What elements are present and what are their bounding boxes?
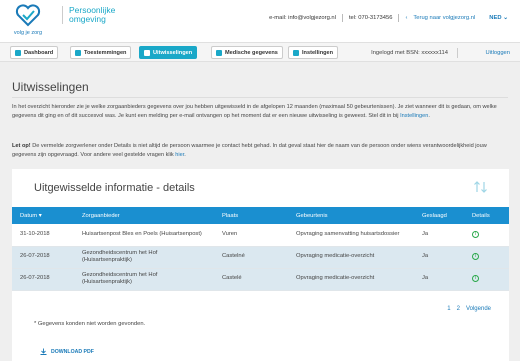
main-nav: Dashboard Toestemmingen Uitwisselingen M… (0, 42, 520, 62)
tab-uitwisselingen[interactable]: Uitwisselingen (139, 46, 198, 59)
next-page-link[interactable]: Volgende (466, 306, 491, 312)
notice-label: Let op! (12, 143, 31, 149)
exchanges-card: Uitgewisselde informatie - details Datum… (12, 169, 509, 361)
intro-text: In het overzicht hieronder zie je welke … (12, 103, 508, 120)
pagination: 1 2 Volgende (447, 306, 491, 312)
permissions-icon (75, 49, 81, 56)
info-icon[interactable]: i (472, 275, 479, 283)
notice-end: . (184, 151, 186, 158)
sort-down-icon: ▾ (38, 212, 42, 219)
divider (457, 48, 458, 58)
cell-success: Ja (414, 246, 464, 269)
footnote: * Gegevens konden niet worden gevonden. (34, 321, 146, 327)
table-header-row: Datum ▾ Zorgaanbieder Plaats Gebeurtenis… (12, 207, 509, 224)
tab-label: Dashboard (24, 49, 54, 56)
tab-label: Uitwisselingen (153, 49, 193, 56)
cell-event: Opvraging samenvatting huisartsdossier (288, 224, 414, 247)
portal-title: Persoonlijke omgeving (62, 6, 122, 24)
exchanges-table: Datum ▾ Zorgaanbieder Plaats Gebeurtenis… (12, 207, 509, 291)
download-label: DOWNLOAD PDF (51, 348, 94, 355)
table-row: 26-07-2018 Gezondheidscentrum het Hof (H… (12, 246, 509, 269)
info-icon[interactable]: i (472, 231, 479, 238)
notice-body: De vermelde zorgverlener onder Details i… (12, 143, 487, 158)
chevron-left-icon: ‹ (405, 15, 408, 21)
column-header-gebeurtenis: Gebeurtenis (288, 207, 414, 224)
page-title: Uitwisselingen (12, 80, 89, 94)
tab-label: Medische gegevens (225, 49, 278, 56)
divider (398, 14, 400, 22)
back-link[interactable]: Terug naar volgjezorg.nl (413, 15, 475, 21)
medical-records-icon (216, 49, 222, 56)
notice-text: Let op! De vermelde zorgverlener onder D… (12, 142, 508, 159)
tab-medische-gegevens[interactable]: Medische gegevens (211, 46, 283, 59)
settings-icon (293, 49, 299, 56)
cell-event: Opvraging medicatie-overzicht (288, 246, 414, 269)
cell-date: 26-07-2018 (12, 268, 74, 291)
cell-event: Opvraging medicatie-overzicht (288, 268, 414, 291)
contact-email[interactable]: e-mail: info@volgjezorg.nl (269, 15, 336, 21)
cell-place: Castelné (214, 246, 288, 269)
download-pdf-button[interactable]: DOWNLOAD PDF (40, 348, 94, 355)
cell-success: Ja (414, 268, 464, 291)
column-header-datum[interactable]: Datum ▾ (12, 207, 74, 224)
instellingen-link[interactable]: Instellingen (400, 113, 428, 119)
header: volg je zorg Persoonlijke omgeving e-mai… (0, 0, 520, 42)
table-row: 26-07-2018 Gezondheidscentrum het Hof (H… (12, 268, 509, 291)
cell-provider: Huisartsenpost Bles en Poels (Huisartsen… (74, 224, 214, 247)
intro-end: . (428, 112, 430, 119)
card-title: Uitgewisselde informatie - details (34, 182, 195, 194)
column-header-label: Datum (20, 212, 38, 219)
page-1-link[interactable]: 1 (447, 306, 450, 312)
column-header-details: Details (464, 207, 509, 224)
contact-phone[interactable]: tel: 070-3173456 (349, 15, 393, 21)
language-select[interactable]: NED ⌄ (489, 15, 508, 21)
tab-instellingen[interactable]: Instellingen (288, 46, 339, 59)
cell-place: Castelé (214, 268, 288, 291)
page: volg je zorg Persoonlijke omgeving e-mai… (0, 0, 520, 361)
sort-arrows-icon[interactable] (473, 179, 489, 195)
page-2-link[interactable]: 2 (457, 306, 460, 312)
logo-heart-icon (15, 4, 41, 27)
dashboard-icon (15, 49, 21, 56)
cell-success: Ja (414, 224, 464, 247)
logo[interactable]: volg je zorg (8, 3, 48, 39)
tab-dashboard[interactable]: Dashboard (10, 46, 59, 59)
bsn-status: Ingelogd met BSN: xxxxxx114 (371, 50, 448, 56)
cell-details: i (464, 246, 509, 269)
cell-provider: Gezondheidscentrum het Hof (Huisartsenpr… (74, 268, 214, 291)
cell-place: Vuren (214, 224, 288, 247)
contact-bar: e-mail: info@volgjezorg.nl tel: 070-3173… (269, 14, 508, 22)
tab-label: Instellingen (302, 49, 334, 56)
cell-date: 26-07-2018 (12, 246, 74, 269)
cell-details: i (464, 268, 509, 291)
faq-link[interactable]: hier (175, 152, 184, 158)
logo-text: volg je zorg (13, 30, 43, 36)
download-icon (40, 348, 47, 355)
logout-link[interactable]: Uitloggen (486, 50, 511, 56)
tab-toestemmingen[interactable]: Toestemmingen (70, 46, 132, 59)
column-header-zorgaanbieder: Zorgaanbieder (74, 207, 214, 224)
table-row: 31-10-2018 Huisartsenpost Bles en Poels … (12, 224, 509, 247)
cell-details: i (464, 224, 509, 247)
divider (12, 97, 508, 98)
portal-title-line2: omgeving (69, 14, 106, 24)
divider (341, 14, 343, 22)
info-icon[interactable]: i (472, 253, 479, 261)
column-header-geslaagd: Geslaagd (414, 207, 464, 224)
language-label: NED (489, 15, 502, 21)
tab-label: Toestemmingen (84, 49, 127, 56)
exchange-icon (144, 49, 150, 56)
column-header-plaats: Plaats (214, 207, 288, 224)
cell-date: 31-10-2018 (12, 224, 74, 247)
cell-provider: Gezondheidscentrum het Hof (Huisartsenpr… (74, 246, 214, 269)
chevron-down-icon: ⌄ (503, 15, 508, 21)
